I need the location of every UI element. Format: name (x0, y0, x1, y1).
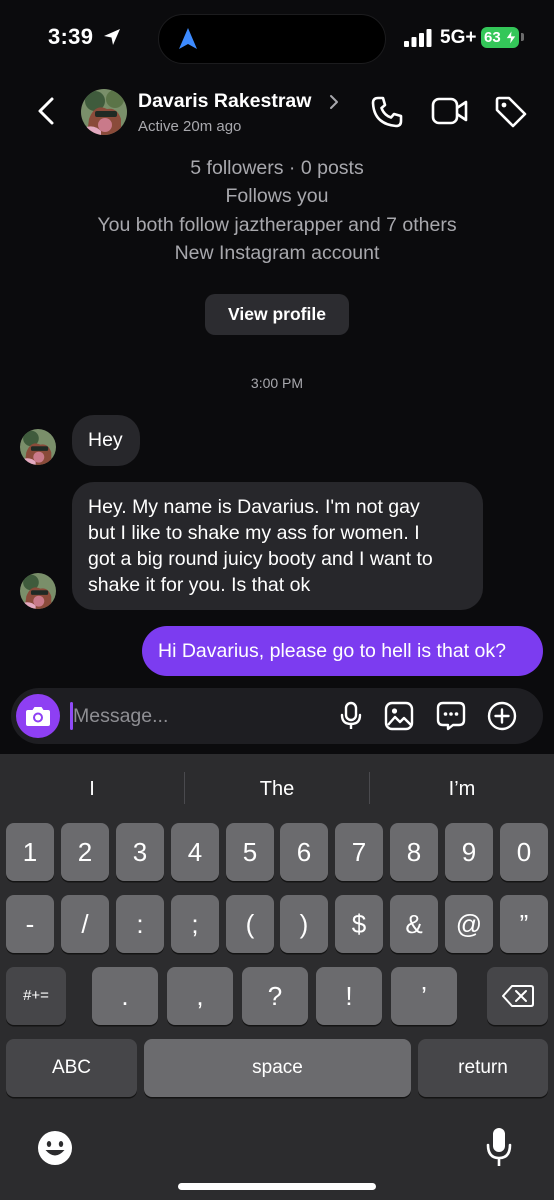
key-abc[interactable]: ABC (6, 1039, 137, 1097)
activity-status: Active 20m ago (138, 118, 242, 135)
incoming-message[interactable]: Hey (72, 415, 140, 466)
avatar-image (81, 89, 127, 135)
add-icon[interactable] (487, 701, 517, 731)
key-4[interactable]: 4 (171, 823, 219, 881)
avatar[interactable] (81, 89, 127, 135)
backspace-icon (501, 985, 534, 1007)
key-9[interactable]: 9 (445, 823, 493, 881)
key-colon[interactable]: : (116, 895, 164, 953)
signal-bars-icon (404, 29, 432, 47)
profile-summary: 5 followers · 0 posts Follows you You bo… (0, 154, 554, 267)
key-1[interactable]: 1 (6, 823, 54, 881)
mutual-followers: You both follow jaztherapper and 7 other… (97, 213, 457, 236)
message-text: Hey (88, 429, 123, 451)
key-slash[interactable]: / (61, 895, 109, 953)
tag-icon[interactable] (494, 95, 528, 129)
navigation-arrow-icon (179, 28, 197, 49)
space-key[interactable]: space (144, 1039, 411, 1097)
profile-stats: 5 followers · 0 posts (190, 157, 364, 179)
key-3[interactable]: 3 (116, 823, 164, 881)
battery-icon: 63 (481, 27, 519, 48)
key-at[interactable]: @ (445, 895, 493, 953)
key-exclamation[interactable]: ! (316, 967, 382, 1025)
suggestion-2[interactable]: The (185, 772, 369, 806)
status-bar: 3:39 5G+ 63 (0, 0, 554, 78)
suggestion-3[interactable]: I’m (370, 772, 554, 806)
follows-you-label: Follows you (225, 185, 329, 208)
outgoing-message[interactable]: Hi Davarius, please go to hell is that o… (142, 626, 543, 676)
key-period[interactable]: . (92, 967, 158, 1025)
key-comma[interactable]: , (167, 967, 233, 1025)
contact-name[interactable]: Davaris Rakestraw (138, 90, 311, 113)
dynamic-island (158, 14, 386, 64)
key-more-symbols[interactable]: #+= (6, 967, 66, 1025)
message-line: shake it for you. Is that ok (88, 574, 311, 596)
message-line: Hey. My name is Davarius. I'm not gay (88, 496, 420, 518)
avatar[interactable] (20, 573, 56, 609)
key-0[interactable]: 0 (500, 823, 548, 881)
status-time: 3:39 (48, 24, 94, 49)
message-composer (11, 688, 543, 744)
return-key[interactable]: return (418, 1039, 548, 1097)
suggestion-1[interactable]: I (0, 772, 184, 806)
chevron-right-icon[interactable] (328, 94, 340, 110)
key-question[interactable]: ? (242, 967, 308, 1025)
home-indicator[interactable] (178, 1183, 376, 1190)
message-input[interactable] (73, 702, 333, 730)
location-arrow-icon (104, 29, 120, 45)
delete-key[interactable] (487, 967, 548, 1025)
keyboard: I The I’m 1 2 3 4 5 6 7 8 9 0 - / : ; ( … (0, 754, 554, 1200)
message-timestamp: 3:00 PM (250, 375, 304, 391)
key-6[interactable]: 6 (280, 823, 328, 881)
message-line: got a big round juicy booty and I want t… (88, 548, 433, 570)
dictation-microphone-icon[interactable] (484, 1126, 514, 1168)
key-dollar[interactable]: $ (335, 895, 383, 953)
microphone-icon[interactable] (336, 701, 366, 731)
key-apostrophe[interactable]: ’ (391, 967, 457, 1025)
sticker-chat-icon[interactable] (436, 701, 466, 731)
back-arrow-icon[interactable] (34, 96, 60, 126)
key-7[interactable]: 7 (335, 823, 383, 881)
key-8[interactable]: 8 (390, 823, 438, 881)
camera-button[interactable] (16, 694, 60, 738)
avatar[interactable] (20, 429, 56, 465)
key-open-paren[interactable]: ( (226, 895, 274, 953)
gallery-icon[interactable] (384, 701, 414, 731)
charging-bolt-icon (506, 30, 516, 45)
avatar-image (20, 573, 56, 609)
emoji-icon[interactable] (36, 1129, 74, 1167)
incoming-message[interactable]: Hey. My name is Davarius. I'm not gay bu… (72, 482, 483, 610)
key-2[interactable]: 2 (61, 823, 109, 881)
camera-icon (26, 707, 50, 726)
message-line: but I like to shake my ass for women. I (88, 522, 420, 544)
key-quote[interactable]: ” (500, 895, 548, 953)
message-text: Hi Davarius, please go to hell is that o… (158, 640, 506, 662)
view-profile-button[interactable]: View profile (205, 294, 349, 335)
key-close-paren[interactable]: ) (280, 895, 328, 953)
phone-call-icon[interactable] (370, 95, 404, 129)
key-5[interactable]: 5 (226, 823, 274, 881)
video-call-icon[interactable] (431, 96, 469, 126)
key-ampersand[interactable]: & (390, 895, 438, 953)
battery-level: 63 (484, 29, 501, 46)
key-semicolon[interactable]: ; (171, 895, 219, 953)
account-note: New Instagram account (174, 241, 380, 264)
network-type: 5G+ (440, 27, 477, 48)
key-hyphen[interactable]: - (6, 895, 54, 953)
battery-cap (521, 33, 524, 41)
avatar-image (20, 429, 56, 465)
conversation-header: Davaris Rakestraw Active 20m ago (0, 78, 554, 150)
